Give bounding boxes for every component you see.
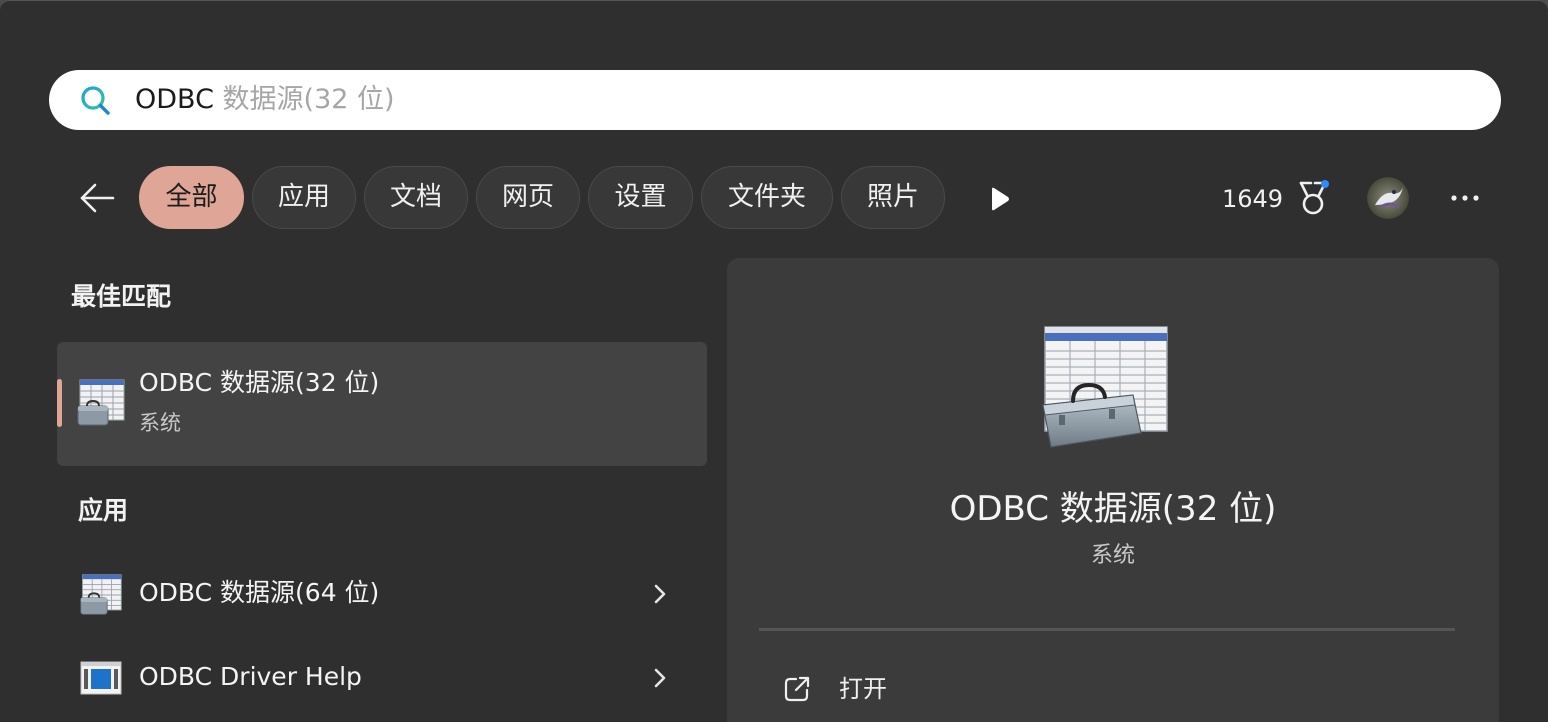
start-search-window: ODBC 数据源(32 位) 全部 应用 文档 网页 设置 文件夹 照片 164… (0, 0, 1548, 722)
filter-chip-web[interactable]: 网页 (476, 166, 580, 229)
selection-indicator (57, 379, 62, 427)
filter-chip-settings[interactable]: 设置 (588, 166, 693, 229)
toolbox-table-icon (1042, 326, 1168, 448)
search-icon (81, 86, 110, 115)
search-suggestion-text: 数据源(32 位) (213, 84, 395, 115)
best-match-heading: 最佳匹配 (71, 282, 172, 311)
preview-subtitle: 系统 (1090, 543, 1135, 568)
play-icon[interactable] (988, 186, 1012, 212)
search-input[interactable]: ODBC 数据源(32 位) (135, 81, 395, 119)
preview-title: ODBC 数据源(32 位) (949, 489, 1277, 529)
rewards-points[interactable]: 1649 (1222, 181, 1283, 217)
best-match-subtitle: 系统 (139, 411, 181, 435)
search-typed-text: ODBC (135, 84, 214, 115)
apps-heading: 应用 (78, 496, 129, 525)
toolbox-table-icon (80, 574, 122, 615)
medal-icon[interactable] (1296, 179, 1330, 217)
help-book-icon (80, 661, 122, 695)
ellipsis-icon[interactable] (1448, 187, 1482, 209)
best-match-result[interactable] (57, 342, 707, 466)
filter-chip-photos[interactable]: 照片 (841, 166, 945, 229)
filter-chip-apps[interactable]: 应用 (252, 166, 356, 229)
preview-divider (759, 628, 1455, 631)
app-item-title: ODBC 数据源(64 位) (139, 578, 380, 607)
filter-chip-all[interactable]: 全部 (139, 166, 244, 229)
app-item-title: ODBC Driver Help (139, 662, 362, 691)
toolbox-table-icon (77, 379, 125, 426)
open-button-label: 打开 (839, 675, 887, 703)
back-arrow-icon[interactable] (76, 177, 118, 219)
chevron-right-icon[interactable] (650, 666, 670, 690)
avatar[interactable] (1367, 177, 1409, 219)
best-match-title: ODBC 数据源(32 位) (139, 368, 380, 397)
chevron-right-icon[interactable] (650, 582, 670, 606)
open-external-icon (784, 676, 810, 702)
filter-chip-folders[interactable]: 文件夹 (701, 166, 833, 229)
filter-chip-documents[interactable]: 文档 (364, 166, 468, 229)
